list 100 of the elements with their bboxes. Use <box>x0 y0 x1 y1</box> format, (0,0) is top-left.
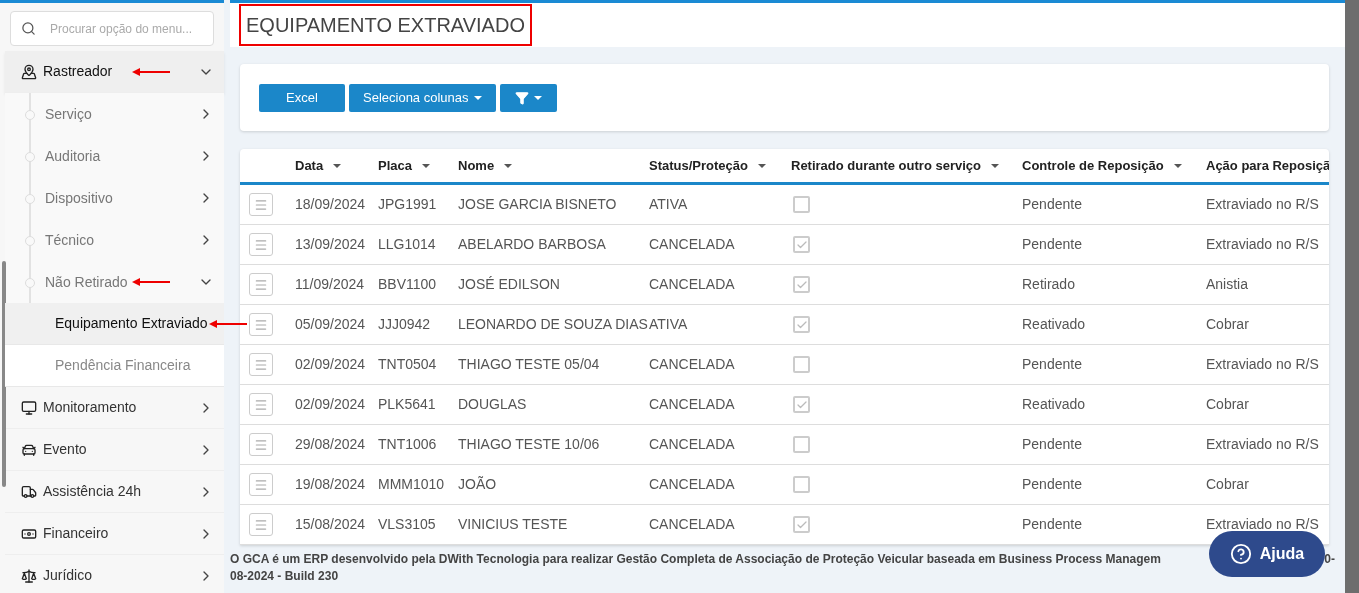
column-header[interactable]: Controle de Reposição <box>1022 155 1206 176</box>
table-cell-text: 18/09/2024 <box>295 195 367 214</box>
filter-icon <box>514 90 529 105</box>
menu-label: Assistência 24h <box>43 482 142 501</box>
search-input[interactable]: Procurar opção do menu... <box>50 19 200 38</box>
footer-text: 08-2024 - Build 230 <box>230 569 339 583</box>
filter-button[interactable] <box>499 83 557 112</box>
table-cell-text: TNT1006 <box>378 435 438 454</box>
menu-item[interactable]: Monitoramento <box>5 387 224 429</box>
submenu-item[interactable]: Técnico <box>5 219 224 261</box>
row-menu-button[interactable] <box>249 273 273 296</box>
help-icon <box>1229 543 1252 565</box>
table-cell-text: Pendente <box>1022 195 1083 214</box>
table-cell-text: Cobrar <box>1206 315 1250 334</box>
checkbox[interactable] <box>793 316 810 333</box>
table-cell-text: PLK5641 <box>378 395 437 414</box>
menu-icon <box>254 237 268 252</box>
submenu-item[interactable]: Equipamento Extraviado <box>5 303 224 345</box>
row-menu-button[interactable] <box>249 433 273 456</box>
column-header[interactable]: Placa <box>378 155 458 176</box>
menu-item[interactable]: Rastreador <box>5 51 224 93</box>
submenu-item[interactable]: Serviço <box>5 93 224 135</box>
checkbox[interactable] <box>793 196 810 213</box>
table-cell-text: MMM1010 <box>378 475 446 494</box>
menu-item[interactable]: Evento <box>5 429 224 471</box>
submenu-label: Não Retirado <box>45 272 128 292</box>
submenu-item[interactable]: Não Retirado <box>5 261 224 303</box>
checkbox[interactable] <box>793 236 810 253</box>
row-menu-button[interactable] <box>249 393 273 416</box>
checkbox[interactable] <box>793 276 810 293</box>
table-cell-text: ATIVA <box>649 195 689 214</box>
table-cell-text: DOUGLAS <box>458 395 528 414</box>
submenu-label: Serviço <box>45 104 92 124</box>
table-cell-text: BBV1100 <box>378 275 438 294</box>
table-cell-text: 19/08/2024 <box>295 475 367 494</box>
menu-item[interactable]: Assistência 24h <box>5 471 224 513</box>
search-icon <box>21 21 36 36</box>
menu-item[interactable]: Jurídico <box>5 555 224 593</box>
column-header[interactable]: Status/Proteção <box>649 155 791 176</box>
table-cell-text: Extraviado no R/S <box>1206 435 1320 454</box>
table-cell-text: LEONARDO DE SOUZA DIAS <box>458 315 649 334</box>
table-cell-text: CANCELADA <box>649 475 736 494</box>
table-cell-text: ABELARDO BARBOSA <box>458 235 607 254</box>
table-cell-text: CANCELADA <box>649 515 736 534</box>
column-header[interactable]: Nome <box>458 155 649 176</box>
row-menu-button[interactable] <box>249 233 273 256</box>
checkbox[interactable] <box>793 356 810 373</box>
table-cell-text: Pendente <box>1022 475 1083 494</box>
menu-icon <box>254 357 268 372</box>
footer-text: 0- <box>1324 551 1335 568</box>
table-cell-text: Extraviado no R/S <box>1206 355 1320 374</box>
row-menu-button[interactable] <box>249 313 273 336</box>
footer-text: O GCA é um ERP desenvolvido pela DWith Tecnologia para realizar Gestão Completa de Associação de Proteção Veicular baseada em Business Process Managem <box>230 551 1161 568</box>
menu-item[interactable]: Financeiro <box>5 513 224 555</box>
table-cell-text: Pendente <box>1022 355 1083 374</box>
table-cell-text: ATIVA <box>649 315 689 334</box>
table-cell-text: 02/09/2024 <box>295 355 367 374</box>
menu-label: Rastreador <box>43 62 113 81</box>
menu-icon <box>254 317 268 332</box>
submenu-label: Equipamento Extraviado <box>55 314 208 333</box>
menu-label: Jurídico <box>43 566 93 585</box>
menu-icon <box>254 197 268 212</box>
submenu-item[interactable]: Dispositivo <box>5 177 224 219</box>
search-field[interactable]: Procurar opção do menu... <box>10 11 214 46</box>
checkbox[interactable] <box>793 476 810 493</box>
submenu-item[interactable]: Auditoria <box>5 135 224 177</box>
excel-button[interactable]: Excel <box>259 83 345 112</box>
row-menu-button[interactable] <box>249 473 273 496</box>
table-cell-text: VLS3105 <box>378 515 437 534</box>
submenu-item[interactable]: Pendência Financeira <box>5 345 224 387</box>
checkbox[interactable] <box>793 436 810 453</box>
column-header[interactable]: Data <box>295 155 378 176</box>
table-cell-text: VINICIUS TESTE <box>458 515 569 534</box>
row-menu-button[interactable] <box>249 513 273 536</box>
scrollbar[interactable] <box>2 261 6 487</box>
table-cell-text: LLG1014 <box>378 235 437 254</box>
table-cell-text: JJJ0942 <box>378 315 432 334</box>
table-cell-text: Extraviado no R/S <box>1206 235 1320 254</box>
columns-dropdown-button[interactable]: Seleciona colunas <box>349 83 496 112</box>
table-cell-text: THIAGO TESTE 10/06 <box>458 435 601 454</box>
menu-icon <box>254 477 268 492</box>
table-cell-text: CANCELADA <box>649 235 736 254</box>
table-cell-text: JPG1991 <box>378 195 438 214</box>
map-icon <box>21 63 37 80</box>
checkbox[interactable] <box>793 516 810 533</box>
menu-label: Monitoramento <box>43 398 137 417</box>
row-menu-button[interactable] <box>249 353 273 376</box>
table-cell-text: Cobrar <box>1206 475 1250 494</box>
checkbox[interactable] <box>793 396 810 413</box>
table-cell-text: CANCELADA <box>649 435 736 454</box>
column-header[interactable]: Retirado durante outro serviço <box>791 155 1022 176</box>
submenu-label: Técnico <box>45 230 95 250</box>
row-menu-button[interactable] <box>249 193 273 216</box>
table-cell-text: Retirado <box>1022 275 1076 294</box>
submenu-label: Auditoria <box>45 146 101 166</box>
scrollbar[interactable] <box>1345 0 1359 593</box>
help-button[interactable]: Ajuda <box>1209 531 1325 577</box>
menu-icon <box>254 517 268 532</box>
menu-label: Financeiro <box>43 524 109 543</box>
submenu-label: Pendência Financeira <box>55 356 191 375</box>
